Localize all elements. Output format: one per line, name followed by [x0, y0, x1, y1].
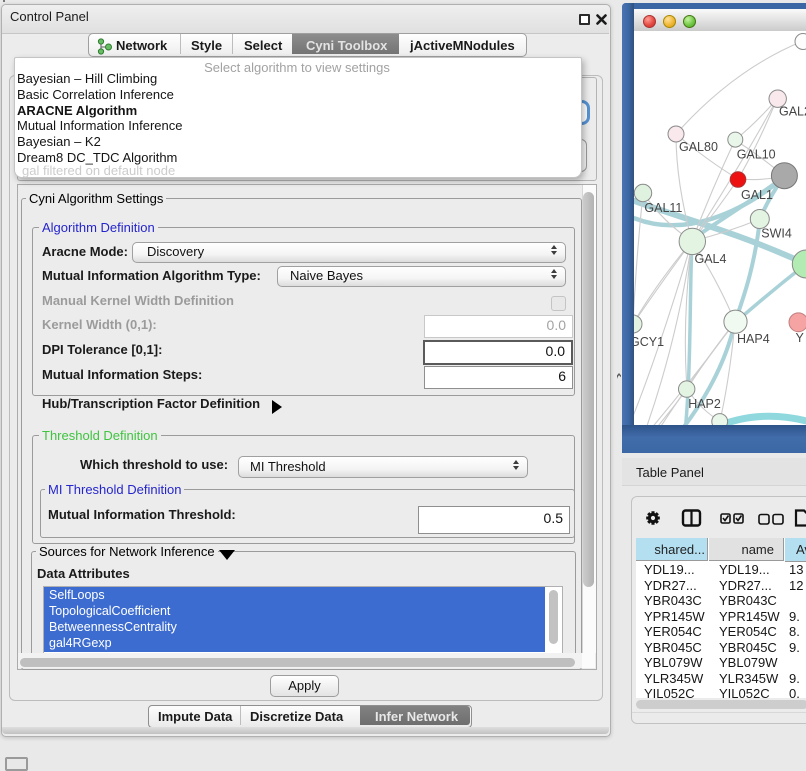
- svg-text:GAL4: GAL4: [695, 252, 727, 266]
- svg-text:GAL10: GAL10: [737, 147, 776, 161]
- svg-text:GAL11: GAL11: [644, 201, 682, 215]
- svg-text:GAL2: GAL2: [779, 105, 806, 119]
- svg-text:SWI4: SWI4: [761, 227, 792, 241]
- svg-text:HAP2: HAP2: [688, 397, 721, 411]
- svg-text:HAP4: HAP4: [737, 332, 770, 346]
- svg-text:GAL80: GAL80: [679, 140, 718, 154]
- svg-text:GAL1: GAL1: [741, 188, 773, 202]
- svg-text:GCY1: GCY1: [634, 335, 664, 349]
- svg-text:Y: Y: [796, 331, 805, 345]
